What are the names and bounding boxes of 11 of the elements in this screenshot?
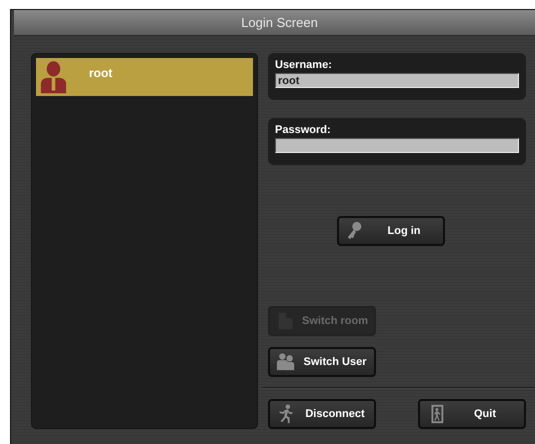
field-label: Username: [275, 59, 333, 71]
action-button[interactable]: Quit [418, 399, 526, 429]
field-label: Password: [275, 124, 332, 136]
action-button[interactable]: Disconnect [268, 399, 376, 429]
action-button[interactable]: Switch User [268, 347, 376, 377]
two-people-icon [276, 352, 296, 372]
input-field[interactable]: root [275, 73, 519, 88]
person-avatar-icon [40, 60, 67, 94]
window-title: Login Screen [241, 15, 318, 30]
input-field[interactable] [275, 138, 519, 153]
action-button[interactable]: Log in [337, 216, 445, 246]
